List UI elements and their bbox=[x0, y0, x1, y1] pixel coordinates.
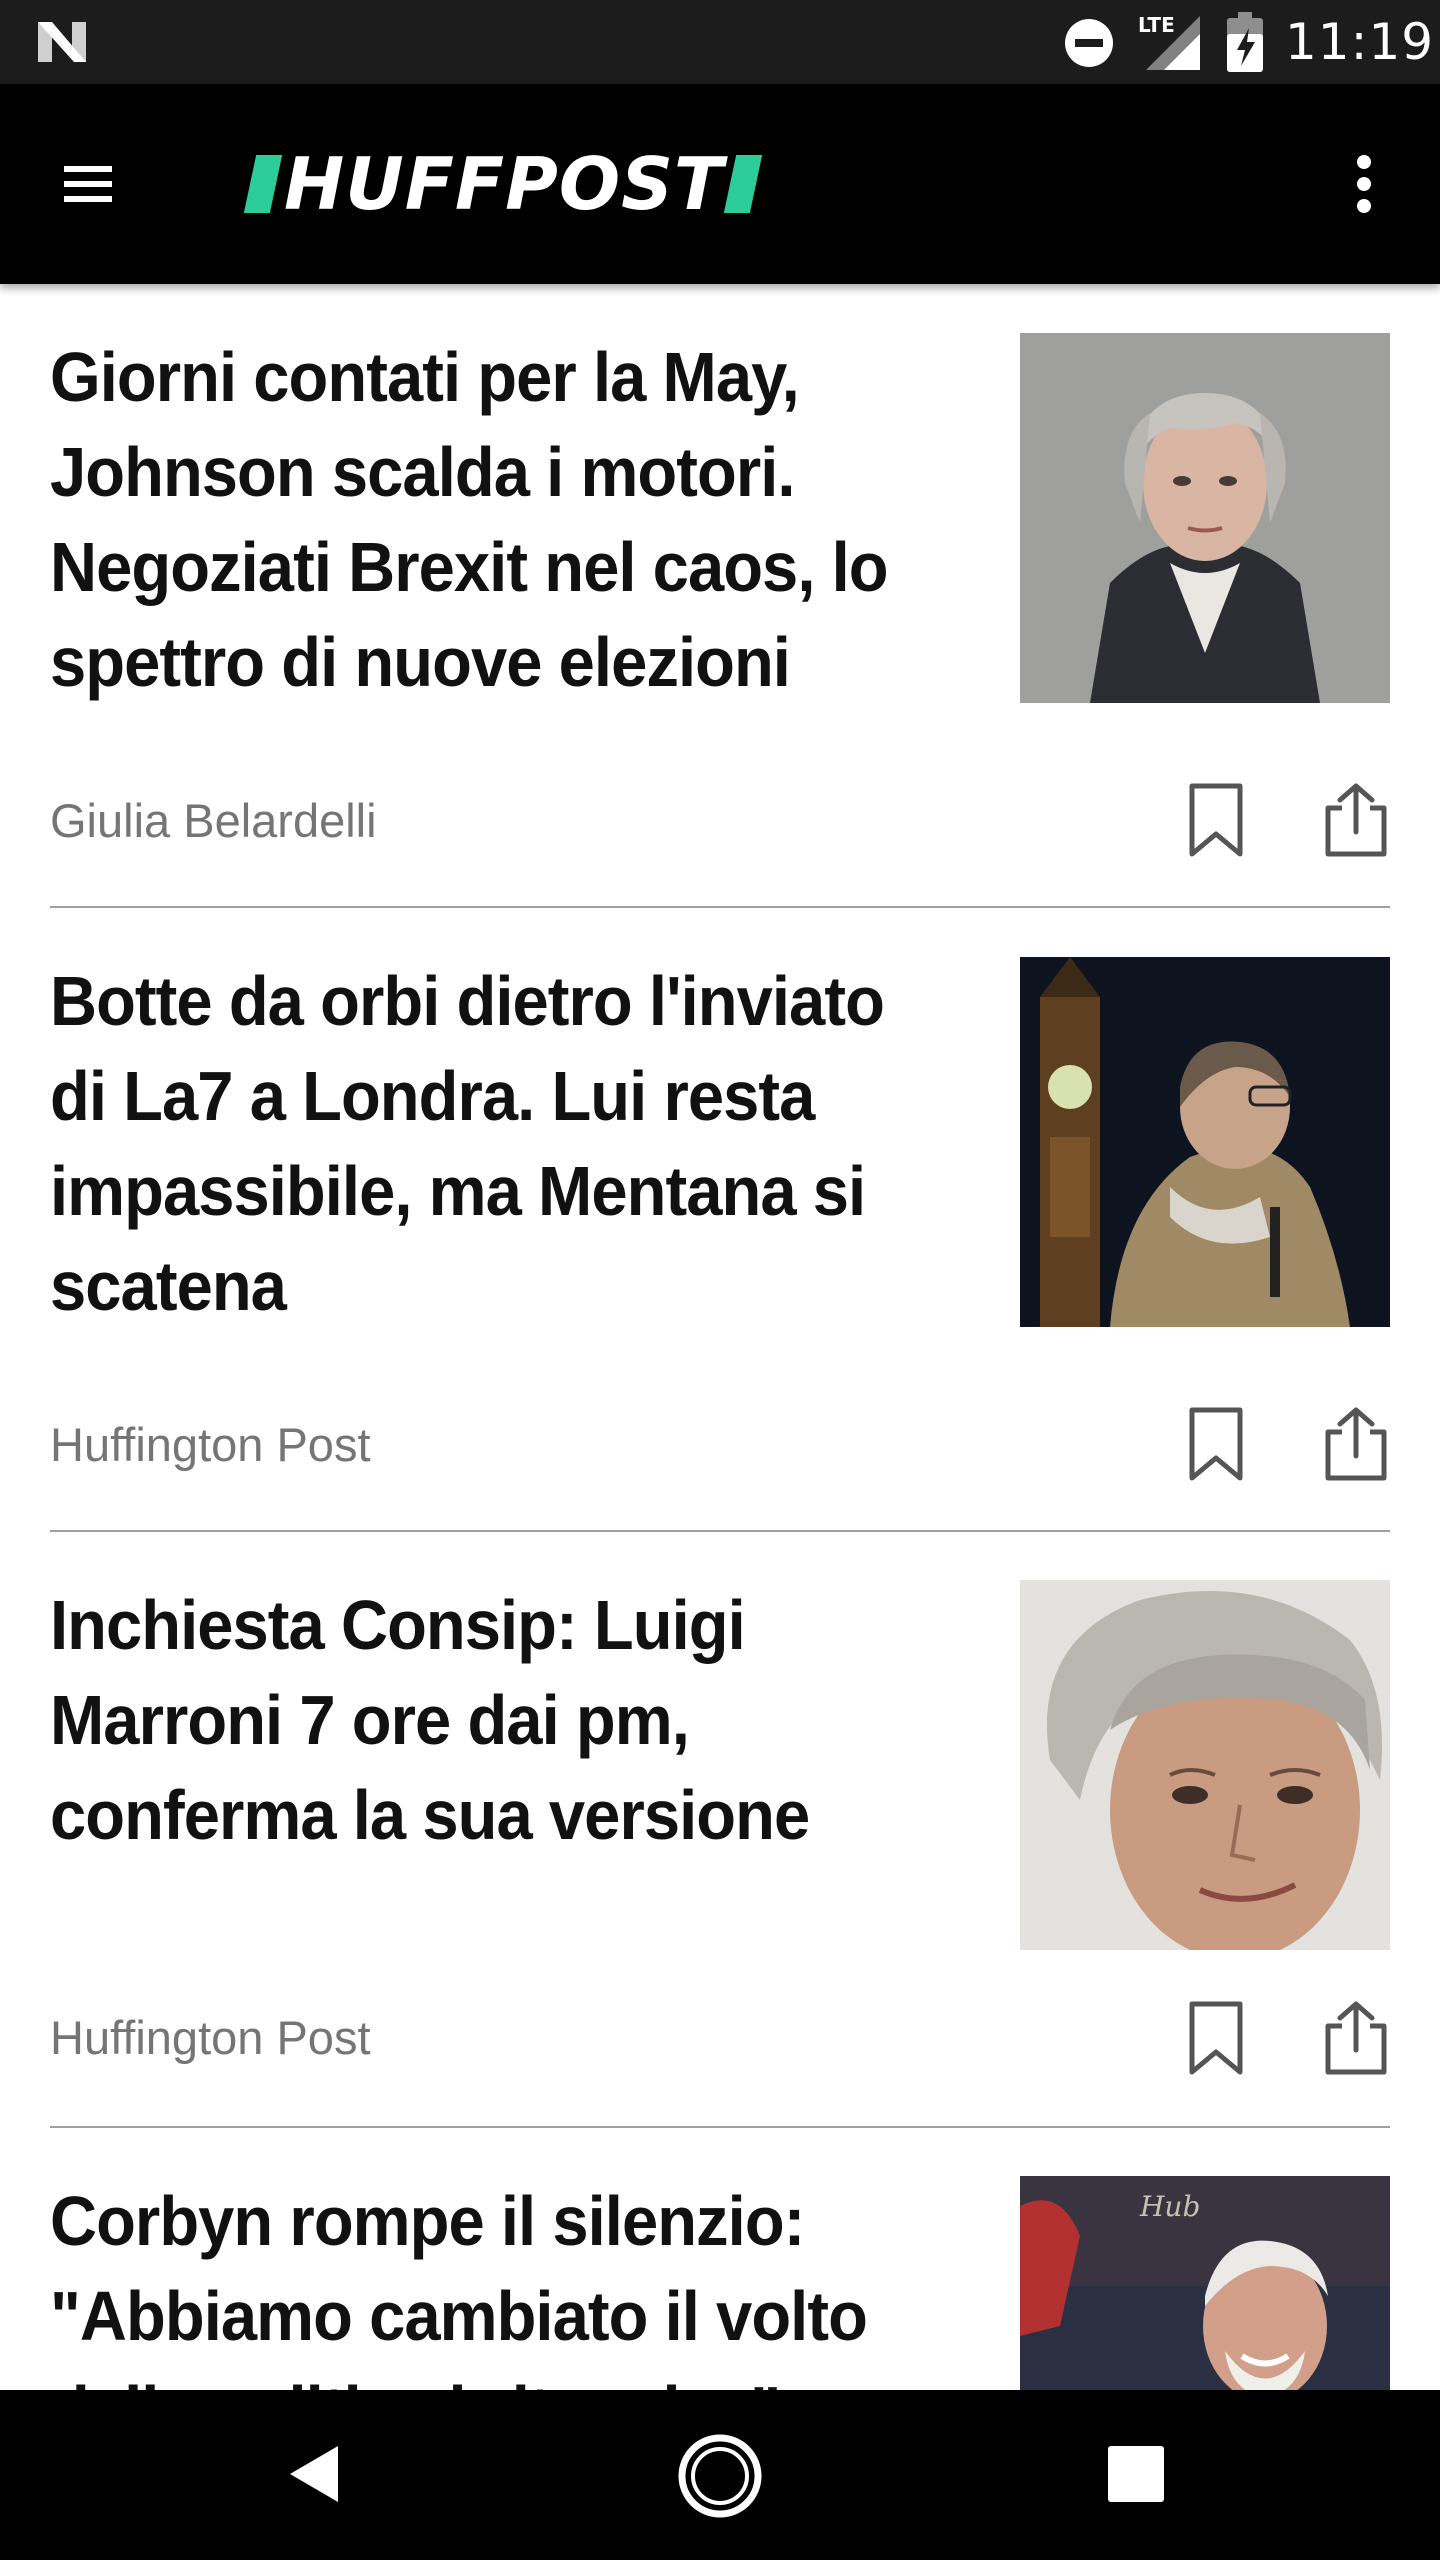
status-clock: 11:19 bbox=[1285, 13, 1435, 71]
bookmark-icon[interactable] bbox=[1180, 1404, 1252, 1484]
article-headline[interactable]: Giorni contati per la May, Johnson scald… bbox=[50, 330, 924, 710]
system-nav-bar bbox=[0, 2390, 1440, 2560]
article-thumbnail[interactable] bbox=[1020, 333, 1390, 703]
article-headline[interactable]: Botte da orbi dietro l'inviato di La7 a … bbox=[50, 954, 924, 1334]
back-triangle-icon[interactable] bbox=[276, 2434, 356, 2514]
more-vert-icon[interactable] bbox=[1316, 136, 1412, 232]
bookmark-icon[interactable] bbox=[1180, 780, 1252, 860]
headline-line: Marroni 7 ore dai pm, bbox=[50, 1681, 690, 1759]
headline-line: della politica britannica" bbox=[50, 2364, 924, 2390]
share-icon[interactable] bbox=[1318, 1998, 1394, 2078]
share-icon[interactable] bbox=[1318, 1404, 1394, 1484]
article-card[interactable]: Inchiesta Consip: Luigi Marroni 7 ore da… bbox=[0, 1532, 1440, 2128]
huffpost-logo[interactable]: HUFFPOST bbox=[243, 142, 763, 226]
svg-text:Hub: Hub bbox=[1139, 2190, 1200, 2223]
article-card[interactable]: Corbyn rompe il silenzio: "Abbiamo cambi… bbox=[0, 2128, 1440, 2390]
article-thumbnail[interactable] bbox=[1020, 1580, 1390, 1950]
headline-line: impassibile, ma Mentana si bbox=[50, 1152, 866, 1230]
logo-accent-left bbox=[243, 155, 283, 213]
headline-line: Botte da orbi dietro l'inviato bbox=[50, 962, 885, 1040]
notification-n-icon bbox=[38, 22, 86, 62]
article-thumbnail[interactable]: Hub bbox=[1020, 2176, 1390, 2390]
headline-line: spettro di nuove elezioni bbox=[50, 623, 791, 701]
article-thumbnail[interactable] bbox=[1020, 957, 1390, 1327]
svg-text:LTE: LTE bbox=[1138, 13, 1175, 37]
battery-charging-icon bbox=[1227, 12, 1263, 72]
recents-square-icon[interactable] bbox=[1096, 2434, 1176, 2514]
headline-line: scatena bbox=[50, 1247, 287, 1325]
article-card[interactable]: Giorni contati per la May, Johnson scald… bbox=[0, 284, 1440, 908]
headline-line: di La7 a Londra. Lui resta bbox=[50, 1057, 815, 1135]
headline-line: "Abbiamo cambiato il volto bbox=[50, 2277, 868, 2355]
home-circle-icon[interactable] bbox=[676, 2432, 764, 2520]
article-headline[interactable]: Inchiesta Consip: Luigi Marroni 7 ore da… bbox=[50, 1578, 924, 1863]
news-feed[interactable]: Giorni contati per la May, Johnson scald… bbox=[0, 284, 1440, 2390]
headline-line: conferma la sua versione bbox=[50, 1776, 810, 1854]
logo-accent-right bbox=[723, 155, 763, 213]
article-author: Huffington Post bbox=[50, 1418, 371, 1471]
headline-line: Johnson scalda i motori. bbox=[50, 433, 795, 511]
headline-line: Negoziati Brexit nel caos, lo bbox=[50, 528, 889, 606]
app-bar: HUFFPOST bbox=[0, 84, 1440, 284]
hamburger-menu-icon[interactable] bbox=[40, 136, 136, 232]
article-card[interactable]: Botte da orbi dietro l'inviato di La7 a … bbox=[0, 908, 1440, 1532]
do-not-disturb-icon bbox=[1065, 19, 1113, 67]
article-author: Giulia Belardelli bbox=[50, 794, 377, 847]
logo-text: HUFFPOST bbox=[284, 142, 725, 226]
share-icon[interactable] bbox=[1318, 780, 1394, 860]
headline-line: Corbyn rompe il silenzio: bbox=[50, 2182, 805, 2260]
article-headline[interactable]: Corbyn rompe il silenzio: "Abbiamo cambi… bbox=[50, 2174, 924, 2390]
bookmark-icon[interactable] bbox=[1180, 1998, 1252, 2078]
lte-signal-icon: LTE bbox=[1138, 13, 1200, 70]
article-author: Huffington Post bbox=[50, 2011, 371, 2064]
headline-line: Inchiesta Consip: Luigi bbox=[50, 1586, 746, 1664]
status-bar: LTE 11:19 bbox=[0, 0, 1440, 84]
headline-line: Giorni contati per la May, bbox=[50, 338, 800, 416]
